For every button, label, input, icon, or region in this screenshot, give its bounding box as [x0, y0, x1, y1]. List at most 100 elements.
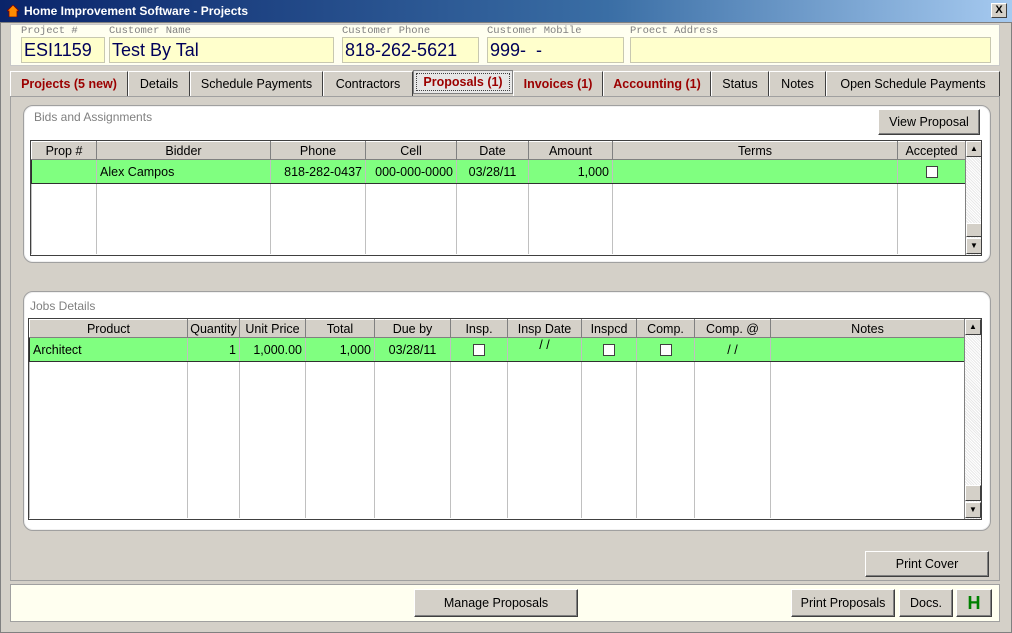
cell-unit-price[interactable]: 1,000.00: [239, 337, 306, 362]
cell-accepted[interactable]: [897, 159, 966, 184]
tab-status[interactable]: Status: [711, 71, 769, 97]
scroll-down-icon[interactable]: ▼: [965, 502, 981, 518]
project-header: Project # ESI1159 Customer Name Test By …: [10, 24, 1000, 66]
tab-proposals-label: Proposals (1): [416, 73, 510, 91]
col-phone[interactable]: Phone: [270, 141, 366, 160]
app-icon: [6, 4, 20, 18]
col-accepted[interactable]: Accepted: [897, 141, 966, 160]
jobs-scrollbar[interactable]: ▲ ▼: [964, 319, 981, 519]
customer-mobile-value[interactable]: 999- -: [487, 37, 624, 63]
cell-total[interactable]: 1,000: [305, 337, 375, 362]
cell-due-by[interactable]: 03/28/11: [374, 337, 451, 362]
customer-phone-label: Customer Phone: [342, 25, 431, 37]
col-amount[interactable]: Amount: [528, 141, 613, 160]
col-cell[interactable]: Cell: [365, 141, 457, 160]
customer-mobile-field: Customer Mobile 999- -: [487, 25, 624, 63]
tab-schedule-payments[interactable]: Schedule Payments: [190, 71, 323, 97]
bids-scrollbar[interactable]: ▲ ▼: [965, 141, 981, 255]
tab-projects[interactable]: Projects (5 new): [10, 71, 128, 97]
project-address-value[interactable]: [630, 37, 991, 63]
cell-date[interactable]: 03/28/11: [456, 159, 529, 184]
col-bidder[interactable]: Bidder: [96, 141, 271, 160]
insp-checkbox[interactable]: [473, 344, 485, 357]
col-unit-price[interactable]: Unit Price: [239, 319, 306, 338]
col-prop-number[interactable]: Prop #: [31, 141, 97, 160]
jobs-table: Product Quantity Unit Price Total Due by…: [28, 318, 982, 520]
accepted-checkbox[interactable]: [925, 166, 938, 179]
cell-prop-number[interactable]: [31, 159, 97, 184]
table-row[interactable]: Architect 1 1,000.00 1,000 03/28/11 / / …: [29, 337, 965, 362]
scroll-down-icon[interactable]: ▼: [966, 238, 981, 254]
tab-details[interactable]: Details: [128, 71, 190, 97]
bids-grid: Prop # Bidder Phone Cell Date Amount Ter…: [31, 141, 966, 254]
project-number-label: Project #: [21, 25, 78, 37]
cell-insp-date[interactable]: / /: [507, 337, 582, 362]
tab-open-schedule-payments[interactable]: Open Schedule Payments: [826, 71, 1000, 97]
col-date[interactable]: Date: [456, 141, 529, 160]
cell-comp[interactable]: [636, 337, 695, 362]
project-number-value[interactable]: ESI1159: [21, 37, 105, 63]
customer-name-value[interactable]: Test By Tal: [109, 37, 334, 63]
customer-name-label: Customer Name: [109, 25, 191, 37]
docs-button[interactable]: Docs.: [899, 589, 953, 617]
h-button[interactable]: H: [956, 589, 992, 617]
table-row[interactable]: Alex Campos 818-282-0437 000-000-0000 03…: [31, 159, 966, 184]
col-comp-at[interactable]: Comp. @: [694, 319, 771, 338]
close-button[interactable]: X: [991, 3, 1007, 18]
cell-amount[interactable]: 1,000: [528, 159, 613, 184]
cell-terms[interactable]: [612, 159, 898, 184]
comp-checkbox[interactable]: [659, 344, 672, 357]
scroll-up-icon[interactable]: ▲: [965, 319, 981, 335]
cell-insp[interactable]: [450, 337, 508, 362]
cell-bidder[interactable]: Alex Campos: [96, 159, 271, 184]
col-notes[interactable]: Notes: [770, 319, 965, 338]
tab-notes[interactable]: Notes: [769, 71, 826, 97]
customer-mobile-label: Customer Mobile: [487, 25, 582, 37]
cell-cell[interactable]: 000-000-0000: [365, 159, 457, 184]
tab-proposals[interactable]: Proposals (1): [413, 70, 513, 94]
cell-notes[interactable]: [770, 337, 965, 362]
proposals-panel: Bids and Assignments View Proposal Prop …: [10, 96, 1000, 581]
tab-strip: Projects (5 new) Details Schedule Paymen…: [10, 70, 1000, 97]
customer-name-field: Customer Name Test By Tal: [109, 25, 334, 63]
col-inspcd[interactable]: Inspcd: [581, 319, 637, 338]
cell-product[interactable]: Architect: [29, 337, 188, 362]
manage-proposals-button[interactable]: Manage Proposals: [414, 589, 578, 617]
footer-bar: Manage Proposals Print Proposals Docs. H: [10, 584, 1000, 622]
cell-comp-at[interactable]: / /: [694, 337, 771, 362]
col-due-by[interactable]: Due by: [374, 319, 451, 338]
cell-inspcd[interactable]: [581, 337, 637, 362]
cell-phone[interactable]: 818-282-0437: [270, 159, 366, 184]
print-cover-button[interactable]: Print Cover: [865, 551, 989, 577]
bids-group-title: Bids and Assignments: [34, 110, 153, 124]
project-number-field: Project # ESI1159: [21, 25, 105, 63]
col-insp-date[interactable]: Insp Date: [507, 319, 582, 338]
bids-group: Bids and Assignments View Proposal Prop …: [23, 105, 991, 263]
col-comp[interactable]: Comp.: [636, 319, 695, 338]
bids-table: Prop # Bidder Phone Cell Date Amount Ter…: [30, 140, 982, 256]
project-address-label: Proect Address: [630, 25, 719, 37]
scroll-thumb[interactable]: [966, 223, 981, 237]
view-proposal-button[interactable]: View Proposal: [878, 109, 980, 135]
jobs-header-row: Product Quantity Unit Price Total Due by…: [29, 319, 965, 338]
cell-quantity[interactable]: 1: [187, 337, 240, 362]
col-insp[interactable]: Insp.: [450, 319, 508, 338]
empty-row: [29, 361, 965, 518]
tab-invoices[interactable]: Invoices (1): [513, 71, 603, 97]
jobs-grid: Product Quantity Unit Price Total Due by…: [29, 319, 965, 518]
tab-contractors[interactable]: Contractors: [323, 71, 413, 97]
inspcd-checkbox[interactable]: [603, 344, 615, 357]
scroll-thumb[interactable]: [965, 485, 981, 501]
scroll-up-icon[interactable]: ▲: [966, 141, 981, 157]
col-terms[interactable]: Terms: [612, 141, 898, 160]
empty-row: [31, 183, 966, 254]
jobs-group-title: Jobs Details: [30, 299, 96, 313]
title-bar: Home Improvement Software - Projects X: [0, 0, 1012, 22]
tab-accounting[interactable]: Accounting (1): [603, 71, 711, 97]
customer-phone-value[interactable]: 818-262-5621: [342, 37, 479, 63]
col-quantity[interactable]: Quantity: [187, 319, 240, 338]
print-proposals-button[interactable]: Print Proposals: [791, 589, 895, 617]
col-product[interactable]: Product: [29, 319, 188, 338]
col-total[interactable]: Total: [305, 319, 375, 338]
window-title: Home Improvement Software - Projects: [24, 4, 249, 18]
